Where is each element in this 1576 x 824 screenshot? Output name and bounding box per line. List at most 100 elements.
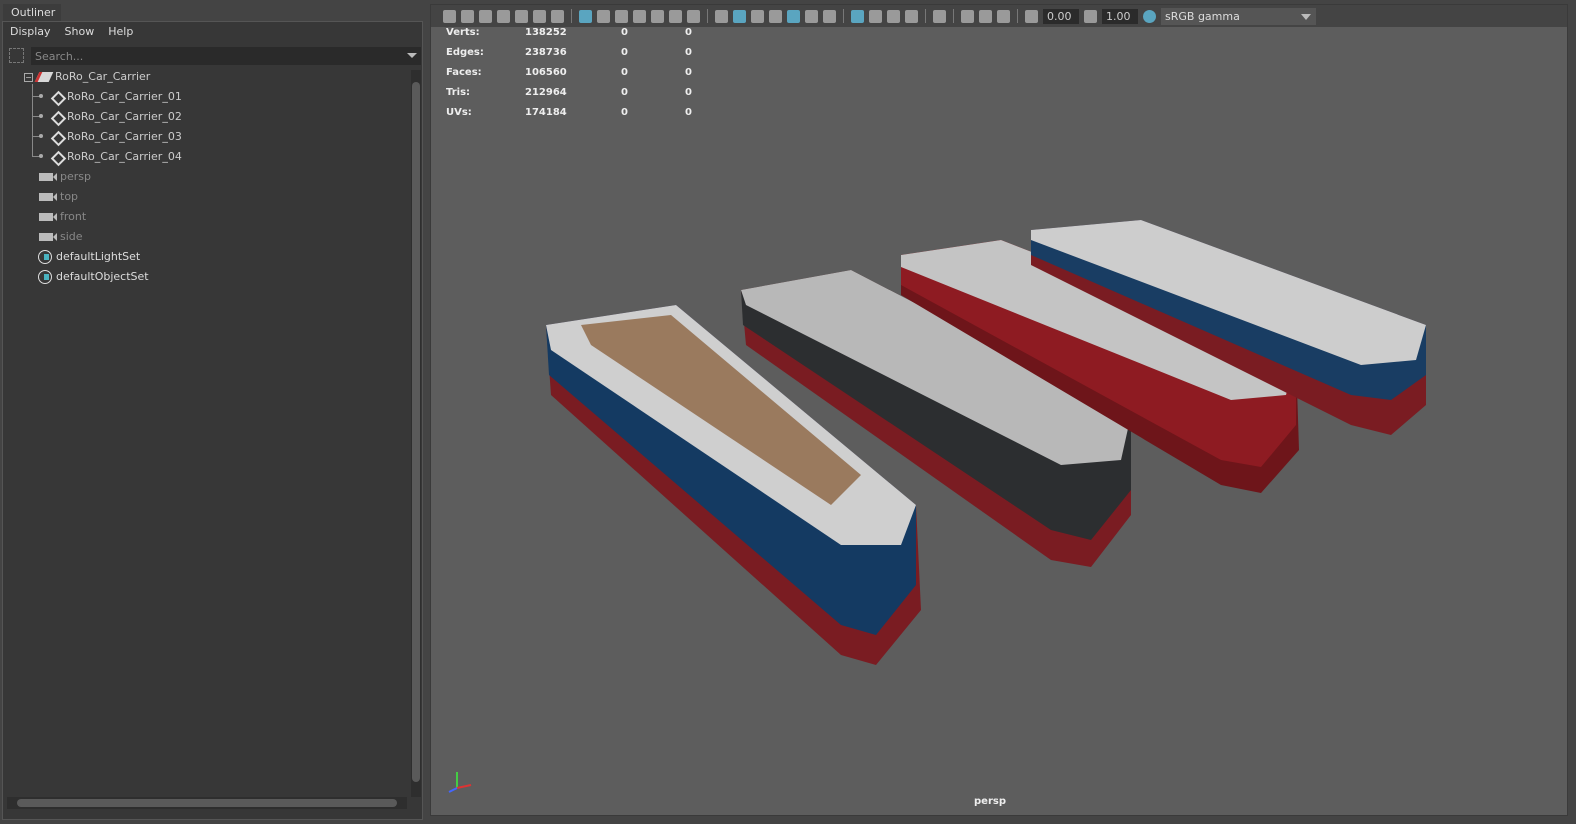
tree-line bbox=[32, 84, 33, 156]
tree-item-camera[interactable]: side bbox=[39, 227, 83, 247]
menu-help[interactable]: Help bbox=[101, 22, 140, 41]
viewport-persp[interactable]: 0.00 1.00 sRGB gamma Verts: 138252 0 0 Edge… bbox=[430, 4, 1568, 816]
tree-item-label: side bbox=[60, 230, 83, 243]
tree-item-mesh[interactable]: RoRo_Car_Carrier_03 bbox=[51, 127, 182, 147]
select-filter-icon[interactable] bbox=[9, 48, 24, 63]
safe-title-icon[interactable] bbox=[687, 9, 700, 23]
color-space-value: sRGB gamma bbox=[1165, 9, 1240, 23]
stat-component: 0 bbox=[685, 87, 692, 98]
tree-dot bbox=[39, 134, 43, 138]
shadows-icon[interactable] bbox=[823, 9, 836, 23]
tree-dot bbox=[39, 94, 43, 98]
default-material-icon[interactable] bbox=[751, 9, 764, 23]
horizontal-scrollbar[interactable] bbox=[7, 797, 407, 809]
tree-item-label: defaultLightSet bbox=[56, 250, 141, 263]
tree-dot bbox=[39, 114, 43, 118]
safe-action-icon[interactable] bbox=[669, 9, 682, 23]
lights-icon[interactable] bbox=[805, 9, 818, 23]
tree-item-root[interactable]: − RoRo_Car_Carrier bbox=[24, 67, 150, 87]
smooth-shade-icon[interactable] bbox=[733, 9, 746, 23]
xray-joints-icon[interactable] bbox=[979, 9, 992, 23]
camera-name-label: persp bbox=[974, 796, 1006, 807]
resolution-gate-icon[interactable] bbox=[615, 9, 628, 23]
stat-label: Tris: bbox=[446, 87, 471, 98]
mesh-icon bbox=[51, 151, 63, 163]
textured-icon[interactable] bbox=[787, 9, 800, 23]
stat-component: 0 bbox=[685, 47, 692, 58]
menu-display[interactable]: Display bbox=[3, 22, 58, 41]
mesh-icon bbox=[51, 91, 63, 103]
wireframe-on-shaded-icon[interactable] bbox=[769, 9, 782, 23]
collapse-icon[interactable]: − bbox=[24, 72, 33, 82]
stat-value: 138252 bbox=[525, 27, 567, 38]
anti-aliasing-icon[interactable] bbox=[887, 9, 900, 23]
exposure-icon[interactable] bbox=[1025, 9, 1038, 23]
tree-item-set[interactable]: defaultObjectSet bbox=[38, 267, 149, 287]
group-icon bbox=[34, 72, 54, 82]
stat-component: 0 bbox=[685, 67, 692, 78]
camera-icon bbox=[39, 193, 57, 201]
scroll-thumb[interactable] bbox=[17, 799, 397, 807]
xray-icon[interactable] bbox=[961, 9, 974, 23]
tree-item-label: front bbox=[60, 210, 87, 223]
wireframe-icon[interactable] bbox=[715, 9, 728, 23]
menu-show[interactable]: Show bbox=[58, 22, 102, 41]
stat-label: UVs: bbox=[446, 107, 472, 118]
viewport-toolbar: 0.00 1.00 sRGB gamma bbox=[431, 5, 1567, 27]
tree-item-mesh[interactable]: RoRo_Car_Carrier_04 bbox=[51, 147, 182, 167]
chevron-down-icon bbox=[1301, 13, 1311, 20]
grease-pencil-icon[interactable] bbox=[551, 9, 564, 23]
tree-item-label: RoRo_Car_Carrier_01 bbox=[67, 90, 182, 103]
color-space-dropdown[interactable]: sRGB gamma bbox=[1161, 7, 1316, 25]
xray-components-icon[interactable] bbox=[997, 9, 1010, 23]
tree-item-mesh[interactable]: RoRo_Car_Carrier_02 bbox=[51, 107, 182, 127]
axis-gizmo-icon bbox=[448, 772, 472, 793]
vertical-scrollbar[interactable] bbox=[411, 70, 421, 797]
scroll-thumb[interactable] bbox=[412, 82, 420, 782]
camera-icon bbox=[39, 213, 57, 221]
tree-item-camera[interactable]: top bbox=[39, 187, 78, 207]
motion-blur-icon[interactable] bbox=[869, 9, 882, 23]
outliner-tab[interactable]: Outliner bbox=[3, 4, 61, 21]
bookmark-icon[interactable] bbox=[497, 9, 510, 23]
scene-render bbox=[546, 220, 1426, 665]
isolate-select-icon[interactable] bbox=[933, 9, 946, 23]
tree-item-label: defaultObjectSet bbox=[56, 270, 149, 283]
stat-label: Faces: bbox=[446, 67, 482, 78]
tree-item-set[interactable]: defaultLightSet bbox=[38, 247, 140, 267]
tree-item-label: persp bbox=[60, 170, 91, 183]
2d-pan-zoom-icon[interactable] bbox=[533, 9, 546, 23]
stat-label: Edges: bbox=[446, 47, 484, 58]
mesh-icon bbox=[51, 111, 63, 123]
stat-selected: 0 bbox=[621, 107, 628, 118]
divider bbox=[925, 9, 926, 23]
tree-item-label: RoRo_Car_Carrier bbox=[55, 70, 151, 83]
image-plane-icon[interactable] bbox=[515, 9, 528, 23]
outliner-menu-bar: Display Show Help bbox=[3, 22, 140, 41]
tree-item-mesh[interactable]: RoRo_Car_Carrier_01 bbox=[51, 87, 182, 107]
film-gate-icon[interactable] bbox=[597, 9, 610, 23]
grid-icon[interactable] bbox=[579, 9, 592, 23]
search-dropdown-icon[interactable] bbox=[407, 53, 417, 58]
stat-value: 238736 bbox=[525, 47, 567, 58]
field-chart-icon[interactable] bbox=[651, 9, 664, 23]
camera-attributes-icon[interactable] bbox=[479, 9, 492, 23]
search-input[interactable] bbox=[31, 47, 421, 65]
gate-mask-icon[interactable] bbox=[633, 9, 646, 23]
gamma-icon[interactable] bbox=[1084, 9, 1097, 23]
camera-lock-icon[interactable] bbox=[461, 9, 474, 23]
gamma-field[interactable]: 1.00 bbox=[1102, 8, 1138, 24]
divider bbox=[571, 9, 572, 23]
screen-space-ao-icon[interactable] bbox=[851, 9, 864, 23]
stat-component: 0 bbox=[685, 107, 692, 118]
depth-of-field-icon[interactable] bbox=[905, 9, 918, 23]
search-bar bbox=[7, 46, 421, 66]
tree-item-label: RoRo_Car_Carrier_03 bbox=[67, 130, 182, 143]
exposure-field[interactable]: 0.00 bbox=[1043, 8, 1079, 24]
tree-item-camera[interactable]: persp bbox=[39, 167, 91, 187]
camera-select-icon[interactable] bbox=[443, 9, 456, 23]
color-management-toggle[interactable] bbox=[1143, 9, 1156, 23]
tree-item-camera[interactable]: front bbox=[39, 207, 86, 227]
divider bbox=[953, 9, 954, 23]
set-icon bbox=[38, 250, 52, 264]
